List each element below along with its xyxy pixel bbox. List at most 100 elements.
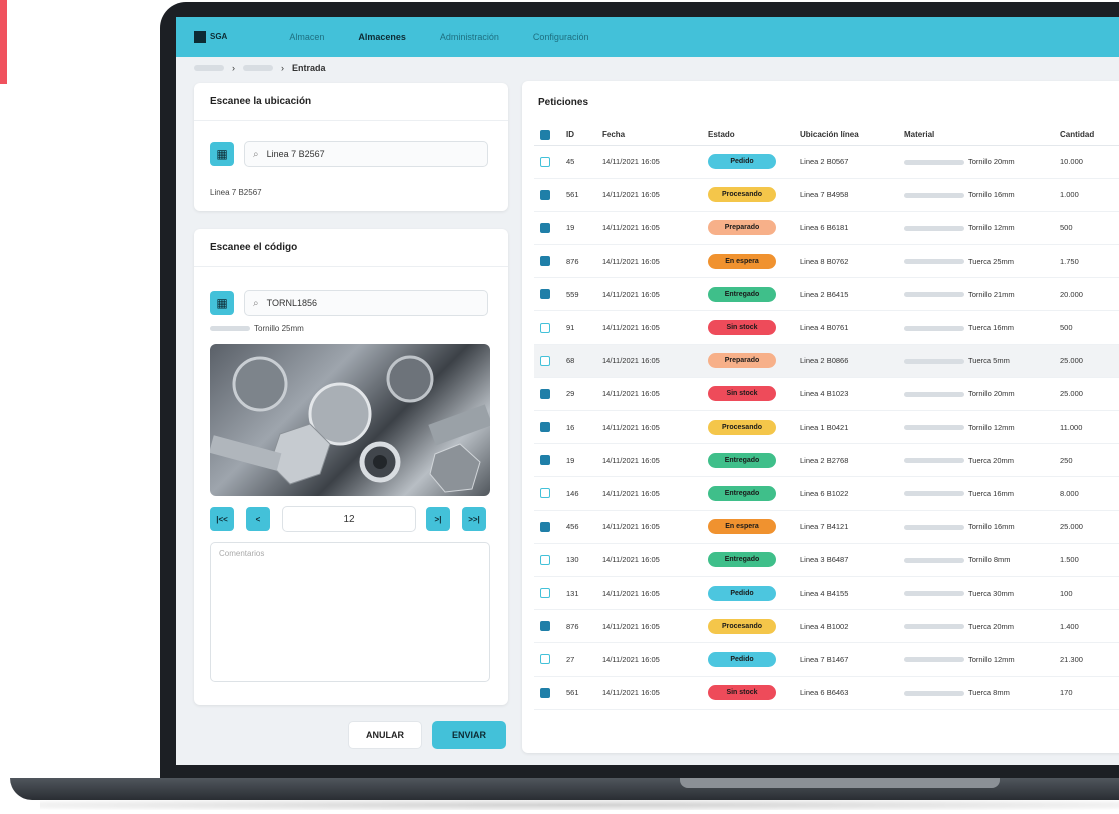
row-checkbox-cell[interactable]	[534, 510, 560, 544]
cell-quantity: 10.000	[1054, 145, 1119, 179]
comments-textarea[interactable]: Comentarios	[210, 542, 490, 682]
first-page-button[interactable]: |<<	[210, 507, 234, 531]
next-page-button[interactable]: >|	[426, 507, 450, 531]
table-row[interactable]: 29 14/11/2021 16:05 Sin stock Linea 4 B1023…	[534, 377, 1119, 412]
table-row[interactable]: 68 14/11/2021 16:05 Preparado Linea 2 B0866…	[534, 344, 1119, 378]
header-date[interactable]: Fecha	[596, 125, 702, 146]
table-row[interactable]: 456 14/11/2021 16:05 En espera Linea 7 B412…	[534, 510, 1119, 544]
table-row[interactable]: 19 14/11/2021 16:05 Entregado Linea 2 B2768…	[534, 443, 1119, 478]
cell-location: Linea 2 B2768	[794, 443, 898, 478]
select-all-checkbox[interactable]	[540, 129, 550, 140]
row-checkbox[interactable]	[540, 687, 550, 698]
table-row[interactable]: 19 14/11/2021 16:05 Preparado Linea 6 B6181…	[534, 211, 1119, 246]
status-badge: Pedido	[708, 154, 776, 170]
row-checkbox[interactable]	[540, 554, 550, 565]
cell-location: Linea 7 B1467	[794, 642, 898, 677]
table-row[interactable]: 45 14/11/2021 16:05 Pedido Linea 2 B0567 Tor…	[534, 145, 1119, 179]
row-checkbox[interactable]	[540, 654, 550, 665]
header-status[interactable]: Estado	[702, 125, 794, 146]
row-checkbox[interactable]	[540, 621, 550, 632]
cell-location: Linea 7 B4121	[794, 510, 898, 544]
row-checkbox-cell[interactable]	[534, 476, 560, 511]
table-row[interactable]: 130 14/11/2021 16:05 Entregado Linea 3 B648…	[534, 543, 1119, 577]
cell-quantity: 21.300	[1054, 642, 1119, 677]
row-checkbox-cell[interactable]	[534, 145, 560, 179]
cell-id: 19	[560, 443, 596, 478]
material-name: Tornillo 16mm	[968, 522, 1015, 532]
header-id[interactable]: ID	[560, 125, 596, 146]
nav-item-almacenes[interactable]: Almacenes	[358, 32, 406, 42]
cell-material: Tuerca 16mm	[898, 310, 1054, 345]
prev-page-button[interactable]: <	[246, 507, 270, 531]
breadcrumb-section[interactable]	[243, 65, 273, 71]
nav-item-almacen[interactable]: Almacen	[289, 32, 324, 42]
page-number-input[interactable]: 12	[282, 506, 416, 532]
row-checkbox[interactable]	[540, 422, 550, 433]
table-row[interactable]: 91 14/11/2021 16:05 Sin stock Linea 4 B0761…	[534, 310, 1119, 345]
row-checkbox-cell[interactable]	[534, 410, 560, 445]
nav-item-administracion[interactable]: Administración	[440, 32, 499, 42]
cell-date: 14/11/2021 16:05	[596, 510, 702, 544]
cell-date: 14/11/2021 16:05	[596, 443, 702, 478]
row-checkbox-cell[interactable]	[534, 609, 560, 644]
select-all-header[interactable]	[534, 125, 560, 146]
table-row[interactable]: 876 14/11/2021 16:05 En espera Linea 8 B076…	[534, 244, 1119, 279]
cell-date: 14/11/2021 16:05	[596, 676, 702, 710]
table-row[interactable]: 876 14/11/2021 16:05 Procesando Linea 4 B10…	[534, 609, 1119, 644]
table-row[interactable]: 561 14/11/2021 16:05 Procesando Linea 7 B49…	[534, 178, 1119, 212]
table-row[interactable]: 146 14/11/2021 16:05 Entregado Linea 6 B102…	[534, 476, 1119, 511]
row-checkbox-cell[interactable]	[534, 244, 560, 279]
barcode-scan-icon[interactable]: ▦	[210, 291, 234, 315]
row-checkbox[interactable]	[540, 355, 550, 366]
code-input[interactable]: ⌕ TORNL1856	[244, 290, 488, 316]
chevron-right-icon: ›	[232, 63, 235, 73]
row-checkbox[interactable]	[540, 189, 550, 200]
row-checkbox[interactable]	[540, 455, 550, 466]
table-row[interactable]: 27 14/11/2021 16:05 Pedido Linea 7 B1467 Tor…	[534, 642, 1119, 677]
row-checkbox[interactable]	[540, 488, 550, 499]
row-checkbox[interactable]	[540, 521, 550, 532]
status-badge: Sin stock	[708, 320, 776, 336]
row-checkbox-cell[interactable]	[534, 576, 560, 611]
row-checkbox[interactable]	[540, 289, 550, 300]
row-checkbox[interactable]	[540, 322, 550, 333]
row-checkbox-cell[interactable]	[534, 642, 560, 677]
table-row[interactable]: 561 14/11/2021 16:05 Sin stock Linea 6 B646…	[534, 676, 1119, 710]
row-checkbox[interactable]	[540, 588, 550, 599]
status-badge: En espera	[708, 519, 776, 535]
header-location[interactable]: Ubicación línea	[794, 125, 898, 146]
app-logo[interactable]: SGA	[194, 31, 227, 43]
status-badge: Preparado	[708, 220, 776, 236]
cell-material: Tuerca 20mm	[898, 443, 1054, 478]
cancel-button[interactable]: ANULAR	[348, 721, 422, 749]
cell-id: 68	[560, 344, 596, 378]
row-checkbox-cell[interactable]	[534, 344, 560, 378]
row-checkbox-cell[interactable]	[534, 211, 560, 246]
last-page-button[interactable]: >>|	[462, 507, 486, 531]
header-quantity[interactable]: Cantidad	[1054, 125, 1119, 146]
row-checkbox-cell[interactable]	[534, 443, 560, 478]
row-checkbox-cell[interactable]	[534, 277, 560, 312]
row-checkbox-cell[interactable]	[534, 676, 560, 710]
send-button[interactable]: ENVIAR	[432, 721, 506, 749]
barcode-scan-icon[interactable]: ▦	[210, 142, 234, 166]
table-row[interactable]: 16 14/11/2021 16:05 Procesando Linea 1 B042…	[534, 410, 1119, 445]
row-checkbox[interactable]	[540, 388, 550, 399]
row-checkbox[interactable]	[540, 256, 550, 267]
breadcrumb-root[interactable]	[194, 65, 224, 71]
row-checkbox-cell[interactable]	[534, 310, 560, 345]
nav-item-configuracion[interactable]: Configuración	[533, 32, 589, 42]
cell-quantity: 11.000	[1054, 410, 1119, 445]
header-material[interactable]: Material	[898, 125, 1054, 146]
cell-date: 14/11/2021 16:05	[596, 642, 702, 677]
row-checkbox-cell[interactable]	[534, 377, 560, 412]
row-checkbox-cell[interactable]	[534, 178, 560, 212]
row-checkbox-cell[interactable]	[534, 543, 560, 577]
location-input[interactable]: ⌕ Linea 7 B2567	[244, 141, 488, 167]
row-checkbox[interactable]	[540, 222, 550, 233]
table-row[interactable]: 559 14/11/2021 16:05 Entregado Linea 2 B641…	[534, 277, 1119, 312]
row-checkbox[interactable]	[540, 156, 550, 167]
cell-material: Tornillo 12mm	[898, 642, 1054, 677]
accent-bar	[0, 0, 7, 84]
table-row[interactable]: 131 14/11/2021 16:05 Pedido Linea 4 B4155 Tu…	[534, 576, 1119, 611]
